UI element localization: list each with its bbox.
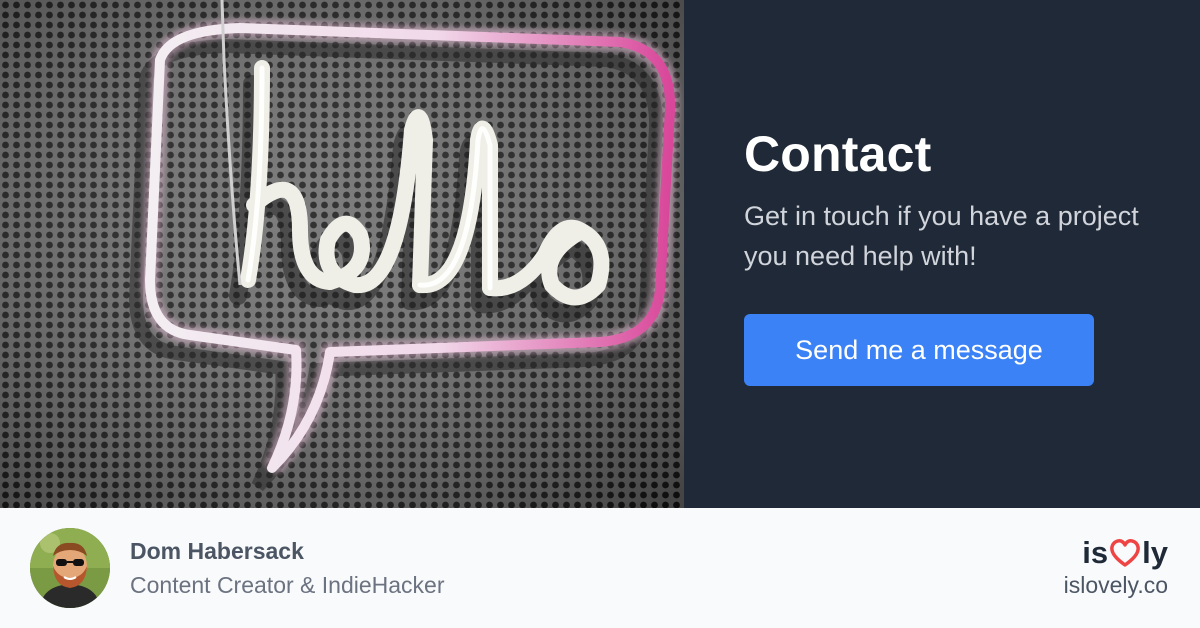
heart-icon [1109,538,1141,568]
author-photo [30,528,110,608]
avatar [30,528,110,608]
contact-subtitle: Get in touch if you have a project you n… [744,201,1139,271]
contact-panel: Contact Get in touch if you have a proje… [684,0,1200,508]
brand-logo-right: ly [1142,535,1168,570]
brand-logo[interactable]: is ly [1082,536,1168,570]
author-role: Content Creator & IndieHacker [130,572,445,598]
hero-photo [0,0,684,508]
neon-sign-image [0,0,684,508]
brand-logo-left: is [1082,535,1109,570]
page-title: Contact [744,126,932,182]
footer: Dom Habersack Content Creator & IndieHac… [0,508,1200,628]
brand-domain-link[interactable]: islovely.co [1064,570,1168,600]
author-name: Dom Habersack [130,538,304,564]
hero-section: Contact Get in touch if you have a proje… [0,0,1200,508]
send-message-button[interactable]: Send me a message [744,314,1094,386]
